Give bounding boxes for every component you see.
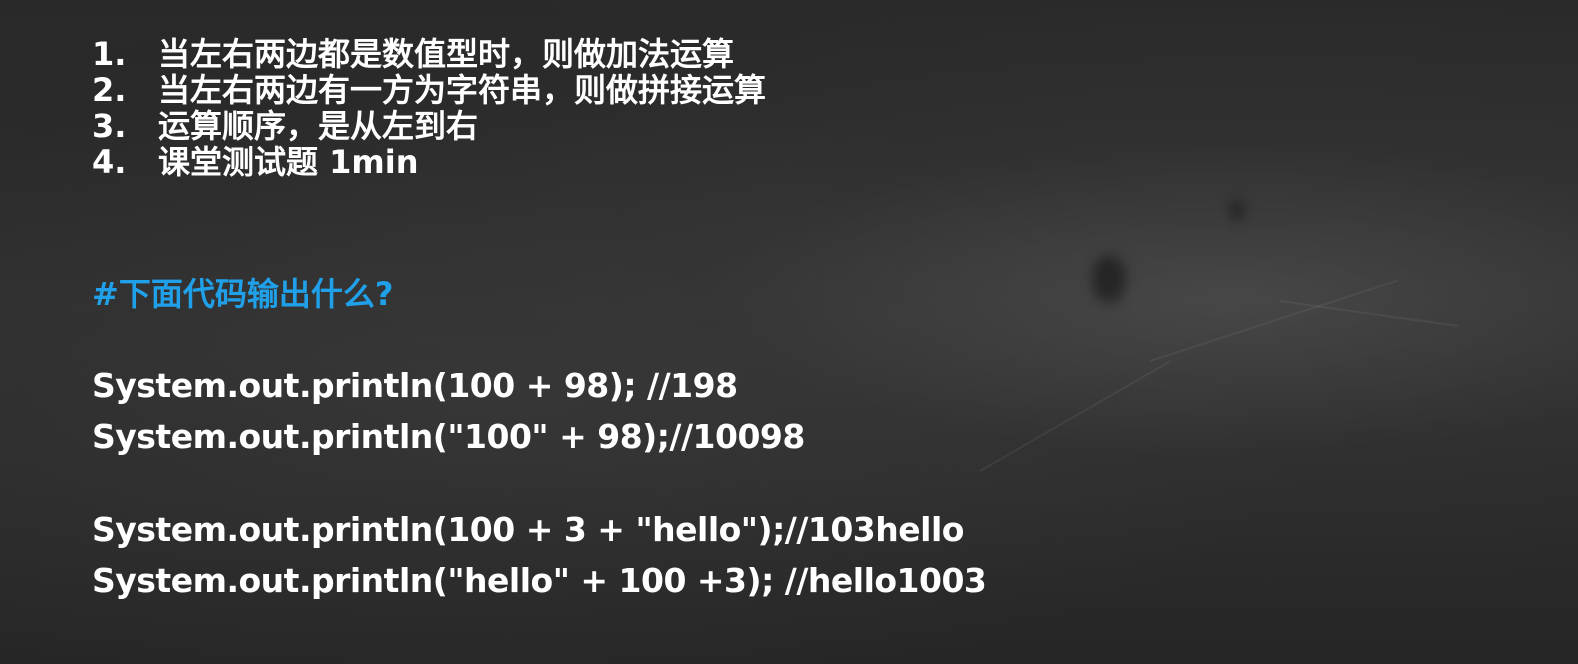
rule-text: 运算顺序，是从左到右 bbox=[158, 107, 479, 145]
chalk-smudge bbox=[1230, 200, 1244, 220]
rule-number: 4. bbox=[92, 143, 127, 181]
code-line: System.out.println(100 + 98); //198 bbox=[92, 366, 738, 405]
chalk-streak bbox=[979, 360, 1172, 472]
rules-list: 1. 当左右两边都是数值型时，则做加法运算 2. 当左右两边有一方为字符串，则做… bbox=[92, 36, 766, 180]
rule-number: 2. bbox=[92, 71, 127, 109]
rule-text: 课堂测试题 1min bbox=[158, 143, 419, 181]
chalk-streak bbox=[1149, 279, 1398, 362]
rule-text: 当左右两边有一方为字符串，则做拼接运算 bbox=[158, 71, 767, 109]
question-heading: #下面代码输出什么? bbox=[92, 275, 394, 313]
code-line: System.out.println("100" + 98);//10098 bbox=[92, 417, 805, 456]
rule-item: 2. 当左右两边有一方为字符串，则做拼接运算 bbox=[92, 72, 766, 108]
rule-number: 1. bbox=[92, 35, 127, 73]
chalkboard-slide: 1. 当左右两边都是数值型时，则做加法运算 2. 当左右两边有一方为字符串，则做… bbox=[0, 0, 1578, 664]
code-line: System.out.println(100 + 3 + "hello");//… bbox=[92, 510, 964, 549]
rule-item: 3. 运算顺序，是从左到右 bbox=[92, 108, 766, 144]
chalk-streak bbox=[1279, 300, 1459, 328]
chalk-smudge bbox=[1092, 255, 1126, 303]
rule-text: 当左右两边都是数值型时，则做加法运算 bbox=[158, 35, 735, 73]
rule-number: 3. bbox=[92, 107, 127, 145]
code-line: System.out.println("hello" + 100 +3); //… bbox=[92, 561, 987, 600]
rule-item: 4. 课堂测试题 1min bbox=[92, 144, 766, 180]
rule-item: 1. 当左右两边都是数值型时，则做加法运算 bbox=[92, 36, 766, 72]
